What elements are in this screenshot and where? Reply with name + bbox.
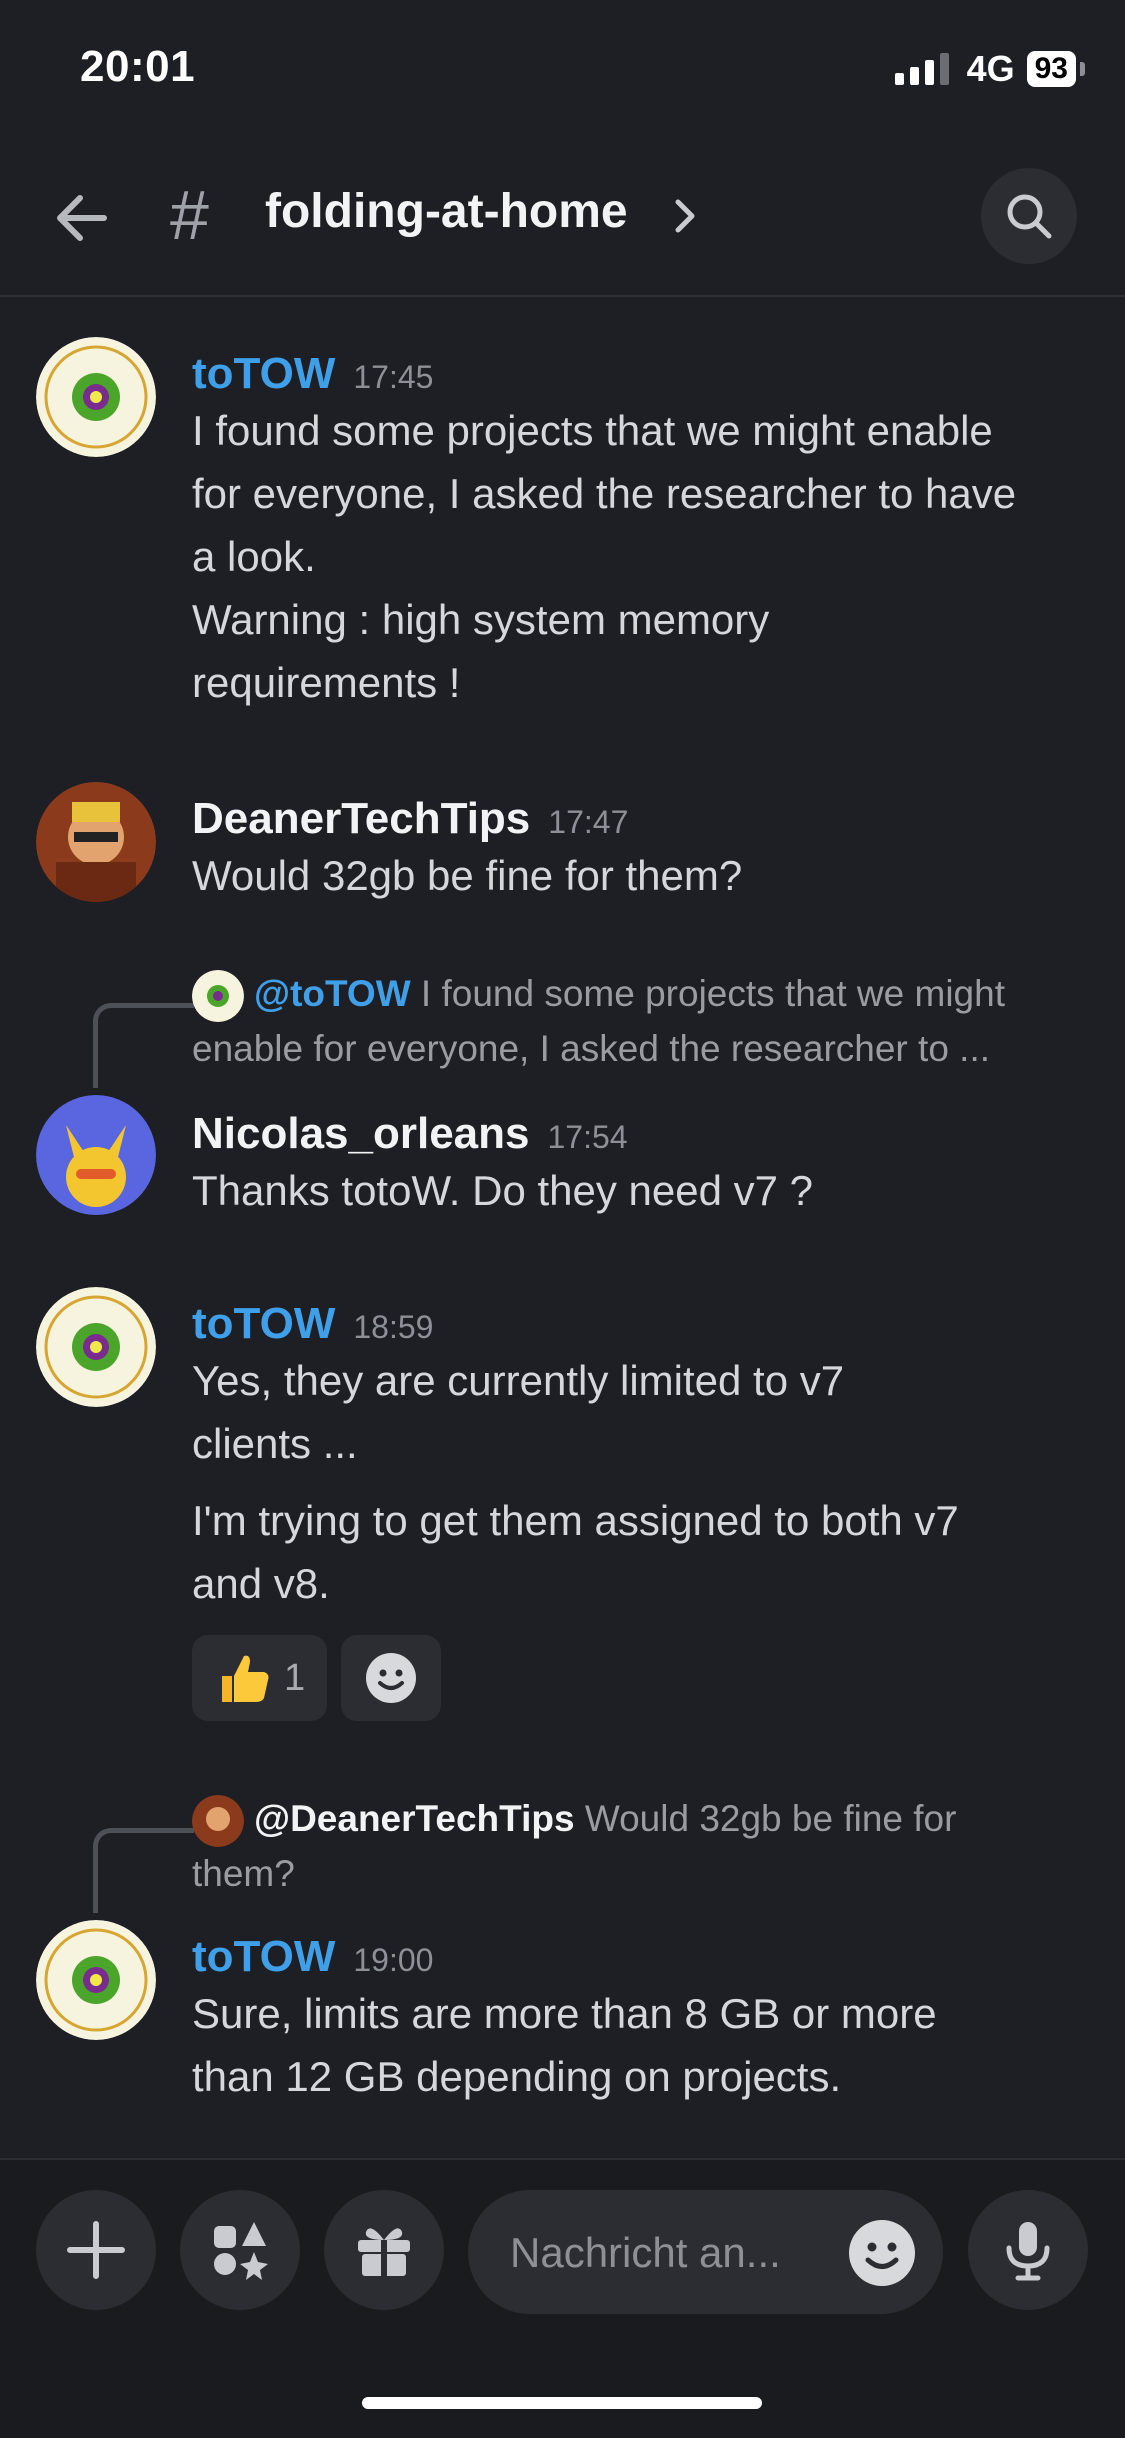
emoji-icon[interactable] [849,2220,915,2286]
reply-avatar [192,970,244,1023]
status-right: 4G 93 [894,48,1085,90]
add-reaction-button[interactable] [341,1635,442,1721]
plus-button[interactable] [36,2190,156,2310]
message-line: Warning : high system memory [192,596,770,643]
avatar[interactable] [36,1095,156,1215]
message-line: I'm trying to get them assigned to both … [192,1497,959,1544]
status-bar: 20:01 4G 93 [0,0,1125,140]
reactions: 1 [192,1635,442,1721]
gift-button[interactable] [324,2190,444,2310]
gift-icon [358,2228,410,2276]
battery-icon: 93 [1026,51,1085,87]
message-text: Sure, limits are more than 8 GB or more … [192,1982,1092,2108]
reply-mention[interactable]: @DeanerTechTips [254,1798,575,1839]
search-button[interactable] [981,168,1077,264]
apps-button[interactable] [180,2190,300,2310]
message-line: than 12 GB depending on projects. [192,2053,842,2100]
emoji-icon [366,1653,417,1703]
message-line: I found some projects that we might enab… [192,407,993,454]
message-line: requirements ! [192,659,461,706]
avatar[interactable] [36,782,156,902]
message-text: Thanks totoW. Do they need v7 ? [192,1159,1092,1222]
message-line: Thanks totoW. Do they need v7 ? [192,1167,814,1214]
reaction-thumbs-up[interactable]: 1 [192,1635,328,1721]
status-time: 20:01 [80,42,196,91]
message-input[interactable] [508,2222,852,2284]
composer-bar [0,2158,1125,2438]
mic-icon [1006,2222,1050,2281]
reply-text: them? [192,1853,295,1895]
signal-icon [894,53,949,85]
author-name[interactable]: toTOW [192,1299,335,1348]
reply-text: Would 32gb be fine for [584,1798,957,1839]
reply-spine [93,1003,194,1088]
author-name[interactable]: Nicolas_orleans [192,1109,530,1158]
channel-hash-icon: # [170,176,209,254]
reply-preview[interactable]: @DeanerTechTips Would 32gb be fine for t… [192,1792,1092,1901]
back-arrow-icon[interactable] [52,188,112,248]
message-line: a look. [192,533,316,580]
message-line: and v8. [192,1560,330,1607]
timestamp: 17:45 [353,359,434,395]
mic-button[interactable] [968,2190,1088,2310]
channel-header: # folding-at-home [0,140,1125,297]
reply-preview[interactable]: @toTOW I found some projects that we mig… [192,967,1092,1076]
battery-level: 93 [1026,51,1076,87]
message-text: I found some projects that we might enab… [192,399,1092,714]
reply-text: I found some projects that we might [420,973,1005,1014]
home-indicator[interactable] [362,2397,762,2409]
message-input-box[interactable] [468,2190,943,2314]
thumbs-up-icon [222,1655,269,1702]
message-line: Would 32gb be fine for them? [192,852,743,899]
reply-spine [93,1828,194,1913]
author-name[interactable]: toTOW [192,1932,335,1981]
avatar[interactable] [36,337,156,457]
message-text: Yes, they are currently limited to v7 cl… [192,1349,1092,1475]
reply-text: enable for everyone, I asked the researc… [192,1028,991,1070]
message-text: Would 32gb be fine for them? [192,844,1092,907]
timestamp: 17:54 [547,1119,628,1155]
timestamp: 18:59 [353,1309,434,1345]
chevron-right-icon[interactable] [672,196,698,241]
message-line: Yes, they are currently limited to v7 [192,1357,845,1404]
message-text: I'm trying to get them assigned to both … [192,1489,1092,1615]
avatar[interactable] [36,1287,156,1407]
message-line: Sure, limits are more than 8 GB or more [192,1990,937,2037]
message-line: clients ... [192,1420,358,1467]
reply-avatar [192,1795,244,1848]
network-label: 4G [966,48,1015,89]
search-icon [1007,194,1052,239]
author-name[interactable]: DeanerTechTips [192,794,530,843]
avatar[interactable] [36,1920,156,2040]
reply-mention[interactable]: @toTOW [254,973,411,1014]
reaction-count: 1 [284,1656,306,1699]
message-line: for everyone, I asked the researcher to … [192,470,1017,517]
plus-icon [67,2221,125,2279]
timestamp: 19:00 [353,1942,434,1978]
timestamp: 17:47 [548,804,629,840]
author-name[interactable]: toTOW [192,349,335,398]
apps-icon [214,2222,268,2280]
channel-name[interactable]: folding-at-home [265,182,628,242]
